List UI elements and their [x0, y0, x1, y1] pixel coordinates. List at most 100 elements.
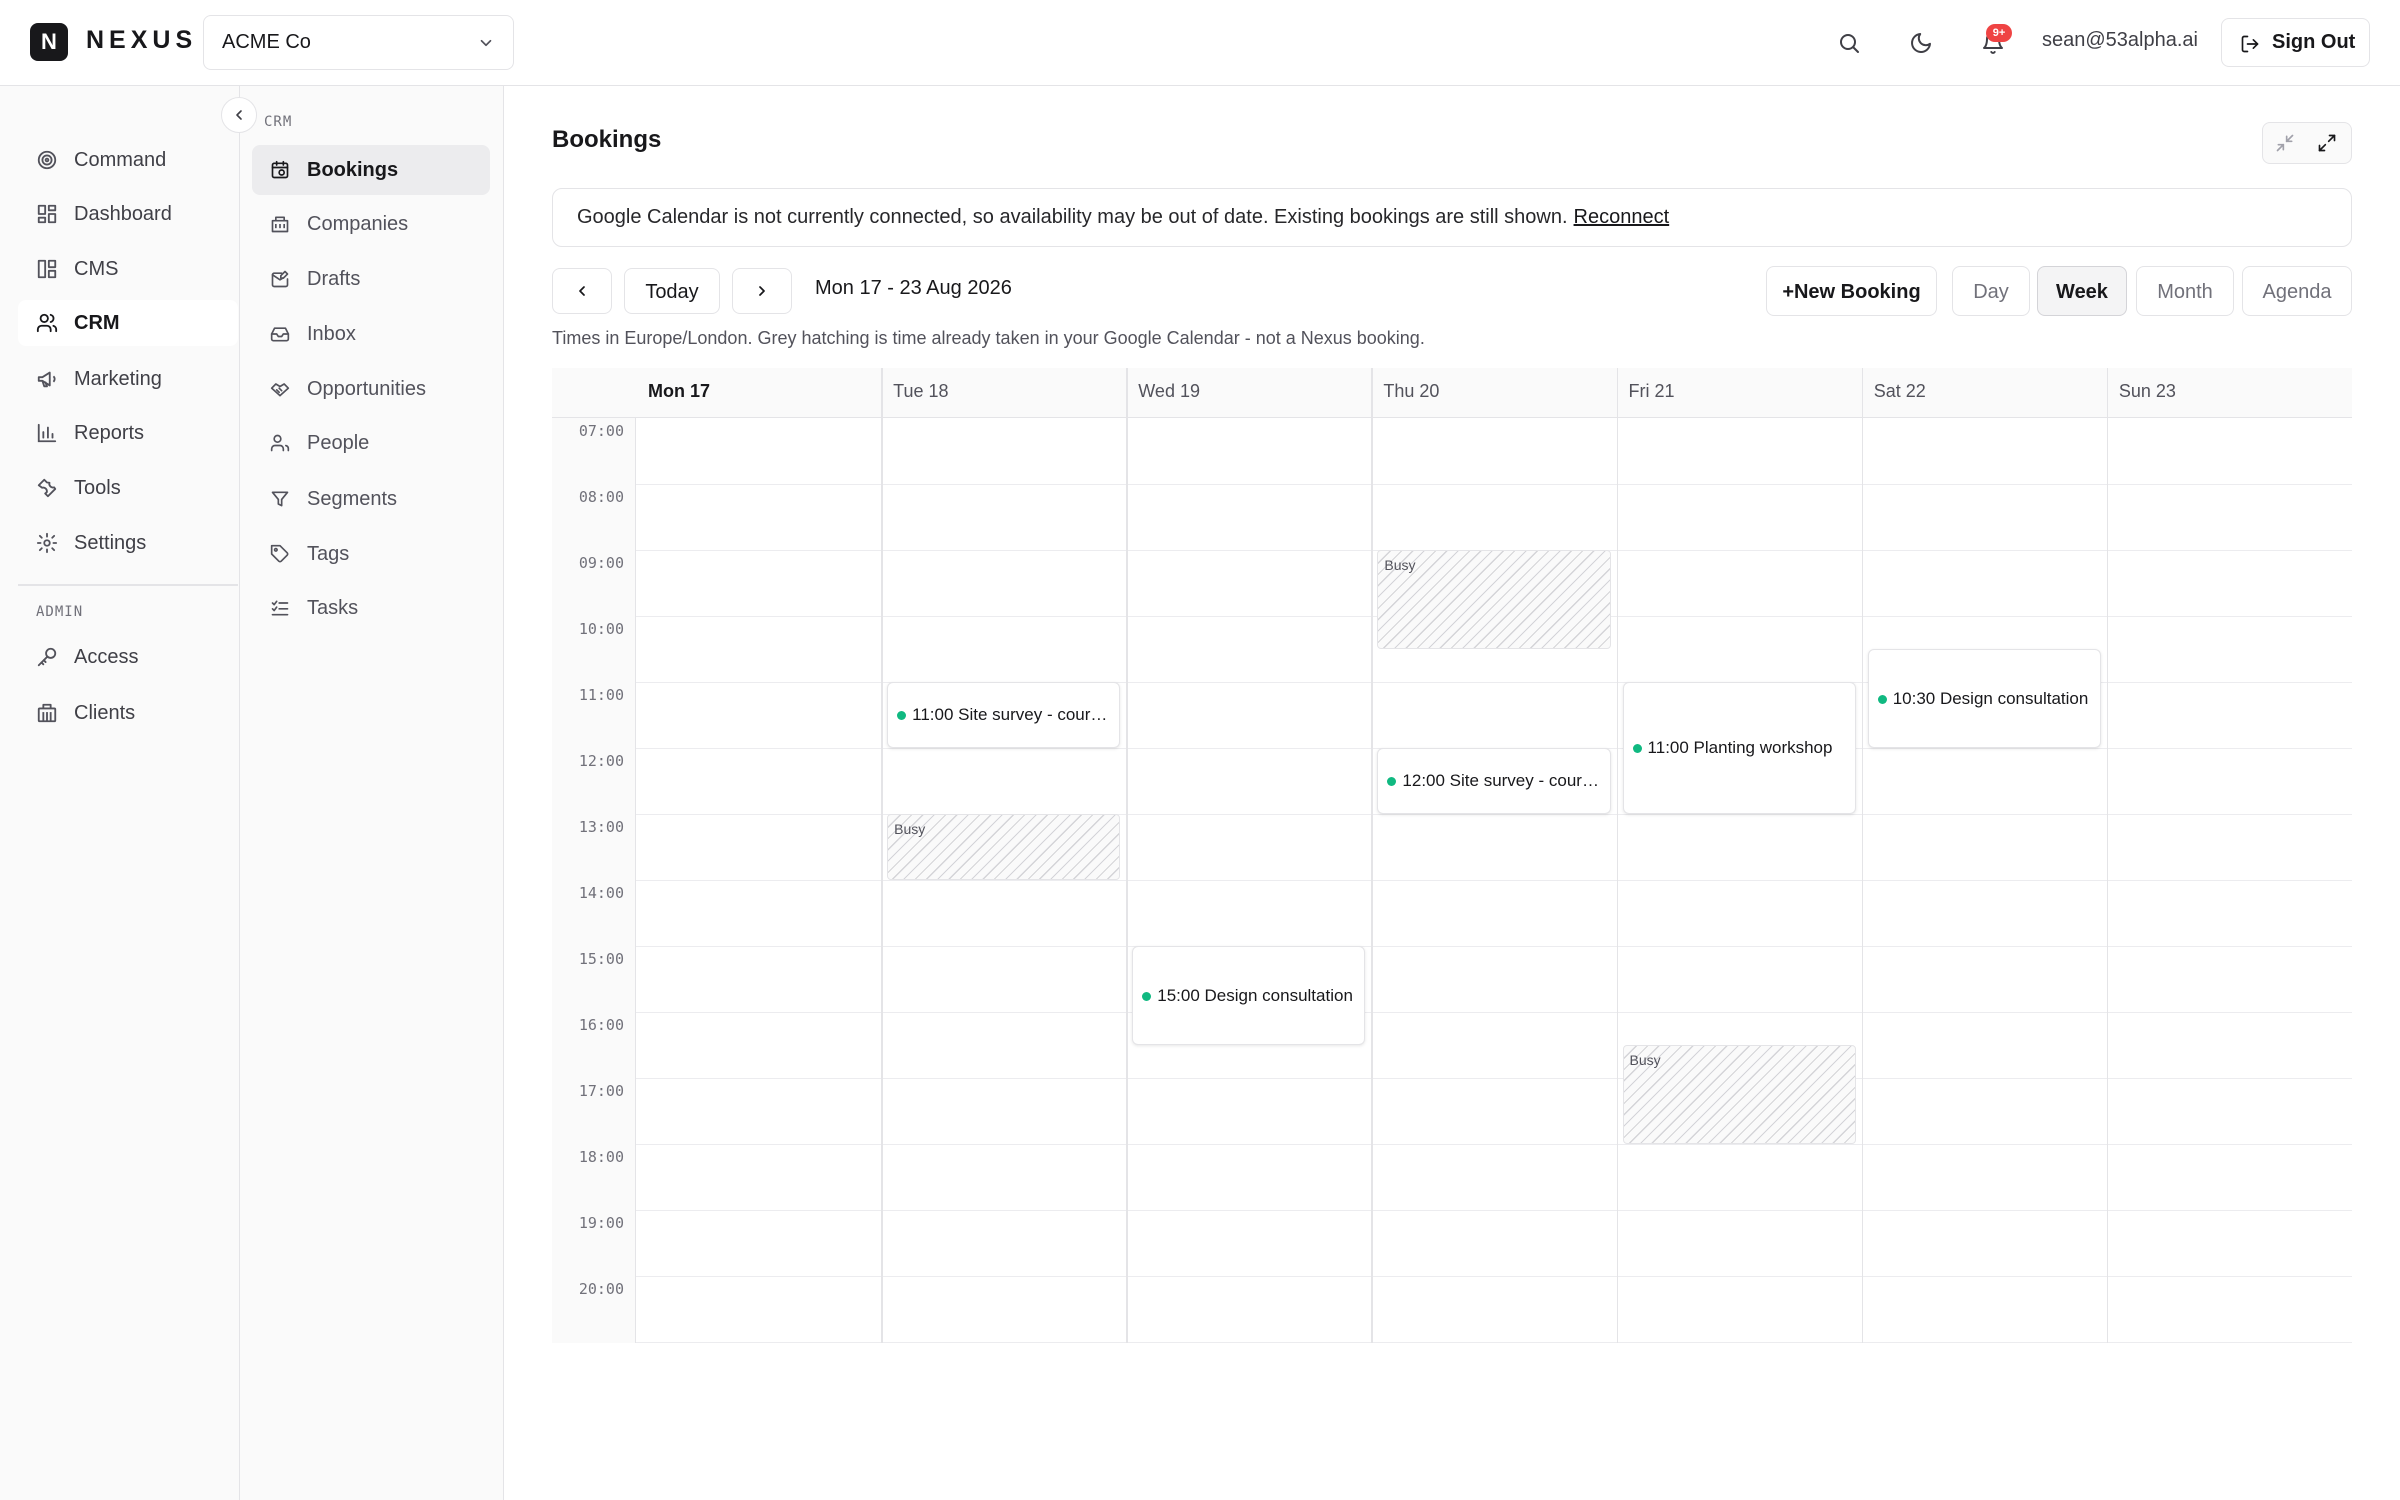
prev-week-button[interactable]	[552, 268, 612, 314]
sidebar-item-label: Command	[74, 149, 167, 171]
subnav-item-segments[interactable]: Segments	[252, 474, 490, 524]
day-column-divider	[1861, 368, 1864, 1343]
day-header[interactable]: Fri 21	[1629, 381, 1675, 402]
timezone-note: Times in Europe/London. Grey hatching is…	[552, 328, 1425, 348]
day-header[interactable]: Thu 20	[1383, 381, 1439, 402]
subnav-item-bookings[interactable]: Bookings	[252, 145, 490, 195]
subnav-item-drafts[interactable]: Drafts	[252, 254, 490, 304]
sidebar-item-marketing[interactable]: Marketing	[18, 356, 238, 402]
view-day-button[interactable]: Day	[1952, 266, 2030, 316]
subnav-item-label: People	[307, 432, 370, 454]
collapse-sidebar-button[interactable]	[221, 97, 257, 133]
hour-line	[636, 1276, 2352, 1277]
booking-label: 10:30 Design consultation	[1892, 688, 2089, 708]
bar-chart-icon	[37, 423, 57, 443]
busy-block: Busy	[887, 814, 1121, 880]
day-column-divider	[1126, 368, 1128, 1343]
subnav-item-tags[interactable]: Tags	[252, 529, 490, 579]
sidebar-item-access[interactable]: Access	[18, 634, 238, 680]
maximize-icon[interactable]	[2317, 133, 2337, 153]
banner-text: Google Calendar is not currently connect…	[577, 206, 1568, 228]
sidebar-item-label: Dashboard	[74, 203, 172, 225]
booking-event[interactable]: 11:00 Planting workshop	[1622, 682, 1856, 814]
view-month-label: Month	[2157, 281, 2213, 303]
sidebar-item-dashboard[interactable]: Dashboard	[18, 191, 238, 237]
busy-label: Busy	[1629, 1052, 1661, 1068]
subnav-item-label: Inbox	[307, 323, 356, 345]
notification-badge: 9+	[1986, 24, 2012, 42]
sidebar-item-settings[interactable]: Settings	[18, 520, 238, 566]
handshake-icon	[270, 383, 290, 397]
building-icon	[37, 703, 57, 723]
week-calendar: 07:00 08:00 09:00 10:00 11:00 12:00 13:00 14:00…	[552, 368, 2352, 1343]
today-label: Today	[645, 281, 699, 303]
sign-out-icon	[2241, 35, 2259, 53]
subnav-item-inbox[interactable]: Inbox	[252, 309, 490, 359]
view-week-button[interactable]: Week	[2037, 266, 2127, 316]
nexus-logo[interactable]: N	[30, 23, 68, 61]
new-booking-label: +New Booking	[1782, 281, 1921, 303]
sidebar-item-crm[interactable]: CRM	[18, 300, 238, 346]
sign-out-label: Sign Out	[2272, 31, 2356, 53]
view-agenda-button[interactable]: Agenda	[2242, 266, 2352, 316]
chevron-down-icon	[477, 34, 495, 52]
hour-line	[636, 1144, 2352, 1145]
moon-icon[interactable]	[1904, 26, 1938, 60]
minimize-icon[interactable]	[2275, 133, 2295, 153]
time-label: 09:00	[578, 554, 624, 572]
day-header[interactable]: Sat 22	[1874, 381, 1926, 402]
view-agenda-label: Agenda	[2262, 281, 2332, 303]
sidebar-item-reports[interactable]: Reports	[18, 410, 238, 456]
next-week-button[interactable]	[732, 268, 792, 314]
hour-line	[636, 1012, 2352, 1013]
calendar-warning-banner: Google Calendar is not currently connect…	[552, 188, 2352, 247]
booking-event[interactable]: 11:00 Site survey - courtyard garden	[887, 682, 1121, 748]
time-label: 20:00	[578, 1280, 624, 1298]
booking-label: 12:00 Site survey - courtyard garden	[1402, 771, 1601, 790]
user-email[interactable]: sean@53alpha.ai	[2042, 29, 2198, 52]
booking-label: 15:00 Design consultation	[1157, 985, 1353, 1005]
day-header[interactable]: Wed 19	[1138, 381, 1200, 402]
booking-event[interactable]: 10:30 Design consultation	[1867, 649, 2101, 748]
day-header[interactable]: Mon 17	[648, 381, 710, 402]
sidebar-item-tools[interactable]: Tools	[18, 465, 238, 511]
org-selector[interactable]: ACME Co	[203, 15, 514, 70]
search-icon[interactable]	[1832, 26, 1866, 60]
sidebar-item-label: CMS	[74, 258, 119, 280]
chevron-left-icon	[579, 286, 585, 296]
tag-icon	[270, 544, 289, 563]
sidebar-item-clients[interactable]: Clients	[18, 690, 238, 736]
key-icon	[37, 647, 57, 667]
booking-event[interactable]: 15:00 Design consultation	[1132, 946, 1366, 1045]
date-range-label: Mon 17 - 23 Aug 2026	[815, 277, 1012, 299]
day-header[interactable]: Sun 23	[2119, 381, 2176, 402]
chevron-left-icon	[236, 110, 242, 120]
top-bar: N NEXUS ACME Co 9+ sean@53alpha.ai Sign …	[0, 0, 2400, 86]
busy-label: Busy	[894, 821, 926, 837]
sidebar-item-command[interactable]: Command	[18, 137, 238, 183]
subnav-item-tasks[interactable]: Tasks	[252, 583, 490, 633]
view-month-button[interactable]: Month	[2136, 266, 2234, 316]
subnav-item-companies[interactable]: Companies	[252, 199, 490, 249]
booking-status-dot	[1142, 991, 1152, 1001]
view-week-label: Week	[2056, 281, 2108, 303]
crm-section-label: CRM	[264, 114, 293, 130]
new-booking-button[interactable]: +New Booking	[1766, 266, 1937, 316]
hour-line	[636, 484, 2352, 485]
sidebar-item-cms[interactable]: CMS	[18, 246, 238, 292]
brand-name: NEXUS	[86, 26, 198, 54]
sign-out-button[interactable]: Sign Out	[2221, 18, 2370, 67]
calendar-header	[552, 368, 2352, 418]
hour-line	[636, 946, 2352, 947]
command-icon	[37, 150, 57, 170]
booking-event[interactable]: 12:00 Site survey - courtyard garden	[1377, 748, 1611, 814]
day-column-divider	[1616, 368, 1619, 1343]
today-button[interactable]: Today	[624, 268, 720, 314]
day-header[interactable]: Tue 18	[893, 381, 948, 402]
time-label: 17:00	[578, 1082, 624, 1100]
reconnect-link[interactable]: Reconnect	[1574, 206, 1670, 228]
subnav-item-opportunities[interactable]: Opportunities	[252, 364, 490, 414]
subnav-item-people[interactable]: People	[252, 418, 490, 468]
subnav-item-label: Companies	[307, 213, 409, 235]
subnav-item-label: Opportunities	[307, 378, 426, 400]
